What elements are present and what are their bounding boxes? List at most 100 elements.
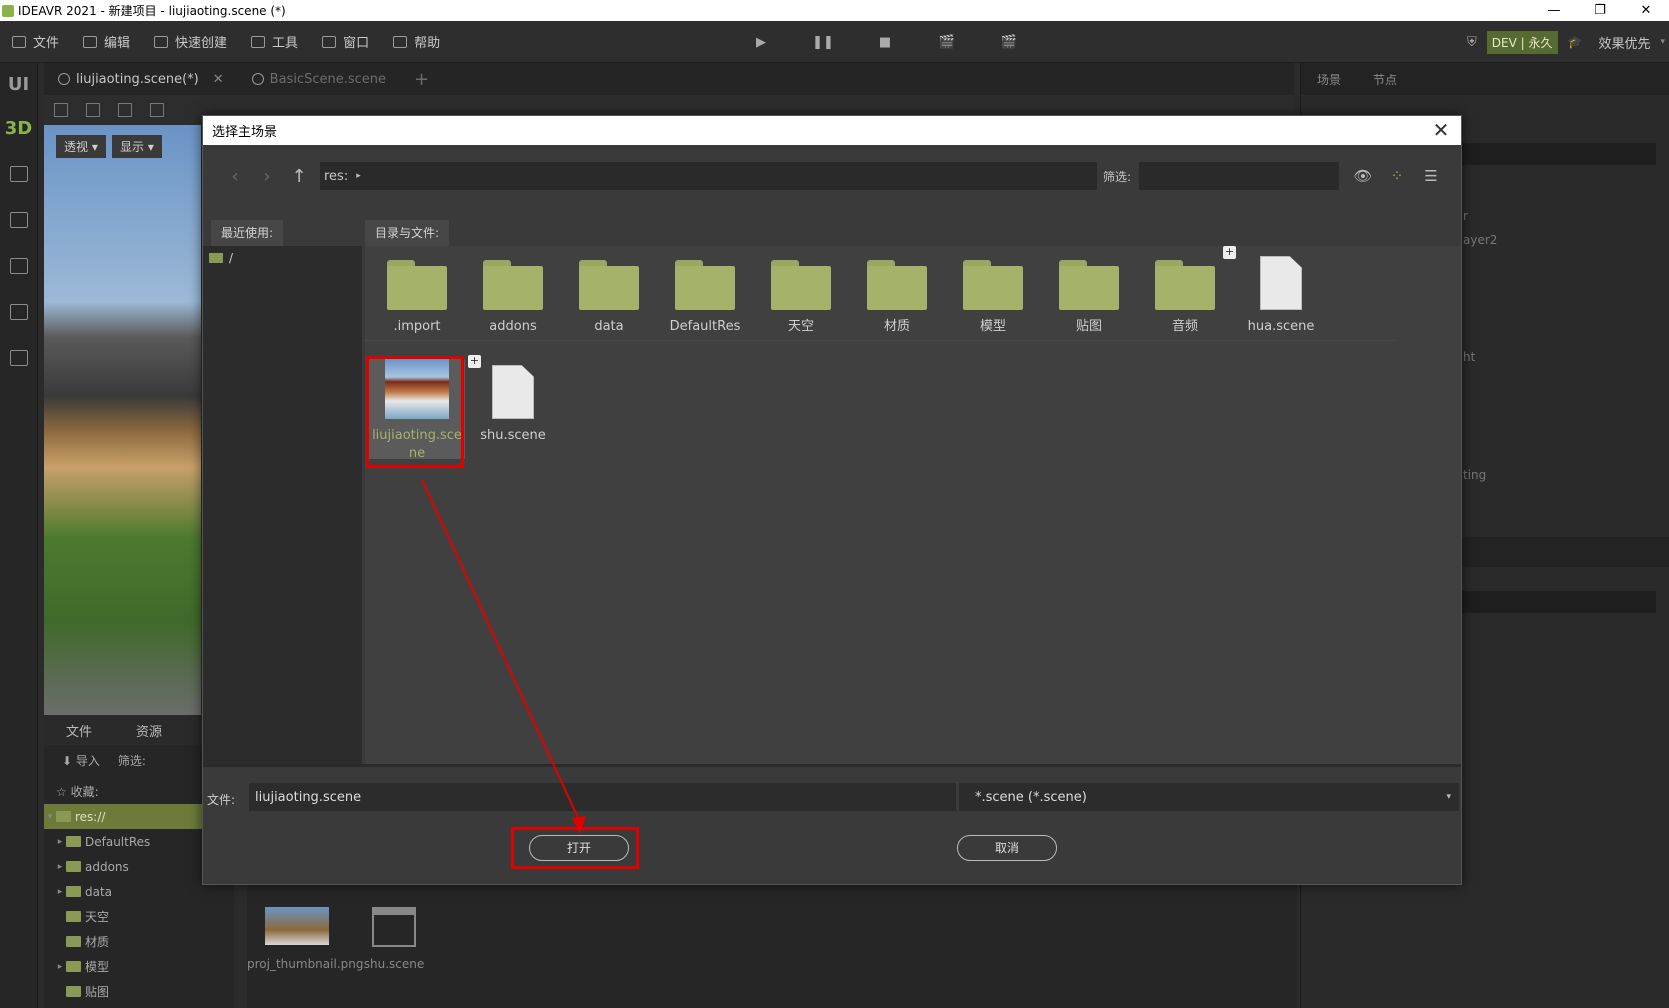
file-item-shu-scene[interactable]: shu.scene — [344, 907, 444, 971]
quality-selector[interactable]: 效果优先 — [1598, 33, 1650, 52]
mode-sidebar: UI 3D — [0, 63, 38, 1008]
folder-icon — [66, 886, 81, 897]
scale-tool-icon[interactable] — [150, 103, 164, 117]
tab-basic-scene[interactable]: BasicScene.scene — [238, 63, 400, 95]
view-controls: 👁 ⁘ ☰ — [1346, 162, 1448, 190]
close-tab-icon[interactable]: ✕ — [213, 72, 224, 87]
grid-view-icon[interactable]: ⁘ — [1380, 167, 1414, 185]
folder-item-texture[interactable]: 贴图 — [1041, 250, 1137, 336]
tools-menu-icon — [251, 35, 266, 48]
forward-button[interactable]: › — [251, 166, 283, 187]
tree-item-texture[interactable]: 贴图 — [44, 979, 234, 1004]
menu-tools[interactable]: 工具 — [239, 21, 310, 63]
export-tool-button[interactable] — [0, 289, 37, 335]
folder-item-model[interactable]: 模型 — [945, 250, 1041, 336]
tree-item-sky[interactable]: 天空 — [44, 904, 234, 929]
chevron-down-icon[interactable]: ▾ — [1660, 37, 1665, 47]
document-icon — [1260, 256, 1302, 310]
cancel-button[interactable]: 取消 — [957, 835, 1057, 861]
tree-item-model[interactable]: ▸ 模型 — [44, 954, 234, 979]
dialog-close-button[interactable]: ✕ — [1429, 118, 1453, 142]
tab-liujiaoting-scene[interactable]: liujiaoting.scene(*) ✕ — [44, 63, 238, 95]
close-window-button[interactable]: ✕ — [1623, 0, 1669, 21]
play-button[interactable]: ▶ — [730, 35, 792, 50]
store-tool-button[interactable] — [0, 197, 37, 243]
folder-item-import[interactable]: .import — [369, 250, 465, 336]
tab-files[interactable]: 文件 — [44, 721, 114, 740]
tree-item-material[interactable]: 材质 — [44, 929, 234, 954]
stop-button[interactable]: ■ — [854, 35, 916, 50]
folder-icon — [675, 260, 735, 310]
file-item-proj-thumbnail[interactable]: proj_thumbnail.png — [247, 907, 363, 971]
eye-icon[interactable]: 👁 — [1346, 167, 1380, 185]
menu-edit[interactable]: 编辑 — [71, 21, 142, 63]
rotate-tool-icon[interactable] — [118, 103, 132, 117]
3d-viewport[interactable]: 透视 ▾ 显示 ▾ — [44, 125, 201, 715]
folder-icon — [483, 260, 543, 310]
menu-window[interactable]: 窗口 — [310, 21, 381, 63]
add-tab-button[interactable]: + — [400, 63, 443, 95]
file-menu-icon — [12, 35, 26, 48]
3d-mode-button[interactable]: 3D — [0, 107, 37, 151]
media-tool-button[interactable] — [0, 243, 37, 289]
add-icon[interactable]: + — [1223, 246, 1236, 259]
file-item-hua-scene[interactable]: + hua.scene — [1223, 246, 1329, 336]
folder-item-audio[interactable]: 音频 — [1137, 250, 1233, 336]
path-field[interactable]: res: ▸ — [320, 162, 1097, 190]
menu-quick-create[interactable]: 快速创建 — [142, 21, 239, 63]
move-tool-icon[interactable] — [86, 103, 100, 117]
pause-button[interactable]: ❚❚ — [792, 35, 854, 50]
ui-mode-button[interactable]: UI — [0, 63, 37, 107]
files-label: 目录与文件: — [365, 220, 450, 246]
folder-item-sky[interactable]: 天空 — [753, 250, 849, 336]
window-titlebar: IDEAVR 2021 - 新建项目 - liujiaoting.scene (… — [0, 0, 1669, 21]
inspector-search[interactable] — [1461, 591, 1656, 613]
scene-panel-tabs: 场景 节点 — [1301, 63, 1669, 95]
tab-assets[interactable]: 资源 — [114, 721, 184, 740]
filter-input[interactable] — [1139, 162, 1339, 190]
tab-node[interactable]: 节点 — [1357, 71, 1413, 88]
play-scene-button[interactable]: 🎬 — [916, 35, 978, 50]
document-tool-button[interactable] — [0, 335, 37, 381]
perspective-button[interactable]: 透视 ▾ — [56, 135, 106, 158]
folder-icon — [66, 861, 81, 872]
import-button[interactable]: ⬇ 导入 — [62, 752, 100, 769]
filetype-select[interactable]: *.scene (*.scene) ▾ — [959, 783, 1459, 811]
folder-icon — [771, 260, 831, 310]
filename-label: 文件: — [207, 793, 236, 807]
file-item-shu-scene[interactable]: shu.scene — [465, 359, 561, 445]
folder-item-defaultres[interactable]: DefaultRes — [657, 250, 753, 336]
selection-highlight — [366, 356, 464, 468]
select-tool-icon[interactable] — [54, 103, 68, 117]
display-button[interactable]: 显示 ▾ — [112, 135, 162, 158]
maximize-button[interactable]: ❐ — [1577, 0, 1623, 21]
minimize-button[interactable]: — — [1531, 0, 1577, 21]
recent-item-root[interactable]: / — [203, 246, 362, 270]
folder-item-addons[interactable]: addons — [465, 250, 561, 336]
tab-scene[interactable]: 场景 — [1301, 71, 1357, 88]
up-directory-button[interactable]: ↑ — [283, 166, 315, 187]
graduation-cap-icon[interactable]: 🎓 — [1568, 35, 1583, 49]
menu-help[interactable]: 帮助 — [381, 21, 452, 63]
folder-item-data[interactable]: data — [561, 250, 657, 336]
menu-right: ⛨ DEV | 永久 🎓 效果优先 ▾ — [1467, 21, 1669, 63]
scene-icon — [251, 73, 264, 85]
back-button[interactable]: ‹ — [219, 166, 251, 187]
node-tool-button[interactable] — [0, 151, 37, 197]
folder-icon — [1059, 260, 1119, 310]
scene-search[interactable] — [1461, 143, 1656, 165]
folder-icon — [56, 811, 71, 822]
folder-icon — [579, 260, 639, 310]
shield-icon: ⛨ — [1467, 34, 1477, 50]
folder-icon — [867, 260, 927, 310]
list-view-icon[interactable]: ☰ — [1414, 167, 1448, 185]
folder-item-material[interactable]: 材质 — [849, 250, 945, 336]
menu-file[interactable]: 文件 — [0, 21, 71, 63]
app-logo-icon — [2, 4, 14, 17]
folder-icon — [66, 986, 81, 997]
media-icon — [9, 258, 28, 274]
play-custom-scene-button[interactable]: 🎬 — [978, 35, 1040, 50]
folder-icon — [66, 911, 81, 922]
filename-input[interactable] — [249, 783, 956, 811]
path-caret-icon: ▸ — [356, 171, 361, 181]
